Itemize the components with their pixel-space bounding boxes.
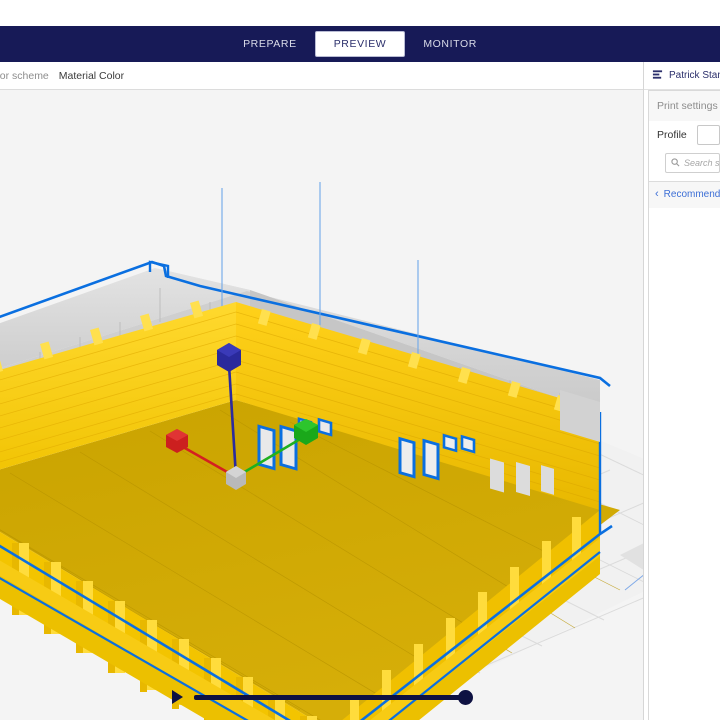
print-settings-panel: Patrick Standard Print settings Profile … (643, 62, 720, 720)
account-name: Patrick Standard (669, 70, 720, 81)
profile-select[interactable] (696, 125, 720, 145)
panel-title: Print settings (649, 91, 720, 121)
tab-preview[interactable]: PREVIEW (314, 31, 406, 57)
recommended-bar: ‹ Recommended (649, 181, 720, 208)
simulation-slider-track[interactable] (194, 694, 462, 700)
search-input[interactable]: Search settings (665, 153, 720, 173)
profile-label: Profile (657, 129, 687, 141)
print-settings-body: Print settings Profile Search settings (648, 90, 720, 720)
account-button[interactable]: Patrick Standard (644, 62, 720, 90)
simulation-slider-knob[interactable] (458, 689, 473, 705)
window-title-strip (0, 0, 720, 26)
tab-prepare[interactable]: PREPARE (225, 32, 315, 56)
chevron-left-icon: ‹ (655, 188, 659, 200)
panel-tail (649, 207, 720, 720)
search-settings-wrap: Search settings (649, 153, 720, 181)
three-d-viewport[interactable] (0, 90, 720, 720)
navbar-tab-group: PREPARE PREVIEW MONITOR (225, 31, 495, 57)
recommended-label: Recommended (663, 188, 720, 200)
sliced-model-render (0, 90, 720, 720)
tab-monitor[interactable]: MONITOR (405, 32, 495, 56)
color-scheme-label: Color scheme (0, 69, 49, 82)
cura-preview-window: PREPARE PREVIEW MONITOR Color scheme Mat… (0, 0, 720, 720)
view-toolbar: Color scheme Material Color (0, 62, 720, 90)
search-placeholder: Search settings (684, 158, 720, 168)
color-scheme-value[interactable]: Material Color (59, 70, 124, 82)
main-navbar: PREPARE PREVIEW MONITOR (0, 26, 720, 62)
recommended-button[interactable]: ‹ Recommended (655, 188, 720, 200)
layers-icon (652, 67, 663, 85)
layer-simulation-bar (0, 684, 650, 710)
search-icon (671, 154, 680, 172)
profile-row: Profile (649, 121, 720, 153)
play-icon[interactable] (172, 690, 183, 704)
